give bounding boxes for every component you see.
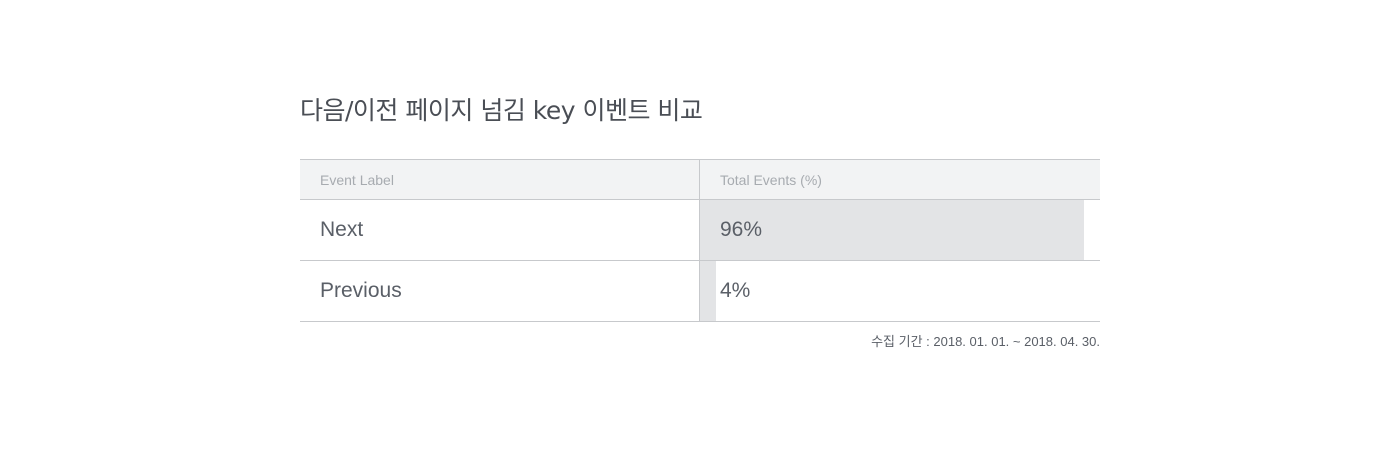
row-label-cell: Next xyxy=(300,200,700,260)
row-value-cell: 4% xyxy=(700,261,1100,321)
events-table: Event Label Total Events (%) Next 96% Pr… xyxy=(300,159,1100,322)
value-label-next: 96% xyxy=(720,218,763,241)
bar-previous xyxy=(700,261,716,321)
row-label-previous: Previous xyxy=(320,279,402,302)
chart-container: 다음/이전 페이지 넘김 key 이벤트 비교 Event Label Tota… xyxy=(300,94,1100,349)
table-row: Next 96% xyxy=(300,200,1100,261)
table-header-row: Event Label Total Events (%) xyxy=(300,160,1100,200)
header-total-events: Total Events (%) xyxy=(720,171,822,188)
row-value-cell: 96% xyxy=(700,200,1100,260)
row-label-cell: Previous xyxy=(300,261,700,321)
header-event-label: Event Label xyxy=(320,171,394,188)
page-title: 다음/이전 페이지 넘김 key 이벤트 비교 xyxy=(300,96,703,125)
collection-period-note: 수집 기간 : 2018. 01. 01. ~ 2018. 04. 30. xyxy=(871,334,1100,349)
value-label-previous: 4% xyxy=(720,279,751,302)
table-row: Previous 4% xyxy=(300,261,1100,322)
header-cell-label: Event Label xyxy=(300,160,700,199)
row-label-next: Next xyxy=(320,218,364,241)
header-cell-value: Total Events (%) xyxy=(700,160,1100,199)
